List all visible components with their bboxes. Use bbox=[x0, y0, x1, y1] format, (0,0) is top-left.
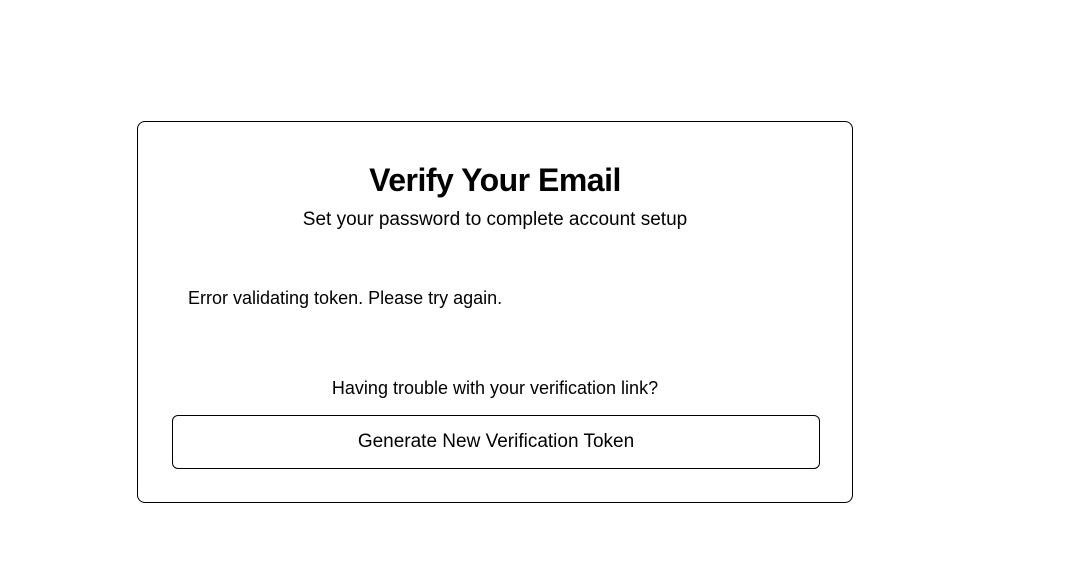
page-subtitle: Set your password to complete account se… bbox=[302, 209, 688, 230]
error-message: Error validating token. Please try again… bbox=[188, 288, 503, 308]
help-text: Having trouble with your verification li… bbox=[331, 378, 659, 398]
verify-email-card: Verify Your Email Set your password to c… bbox=[137, 121, 853, 503]
generate-token-button[interactable]: Generate New Verification Token bbox=[172, 415, 820, 469]
page-title: Verify Your Email bbox=[369, 162, 621, 198]
